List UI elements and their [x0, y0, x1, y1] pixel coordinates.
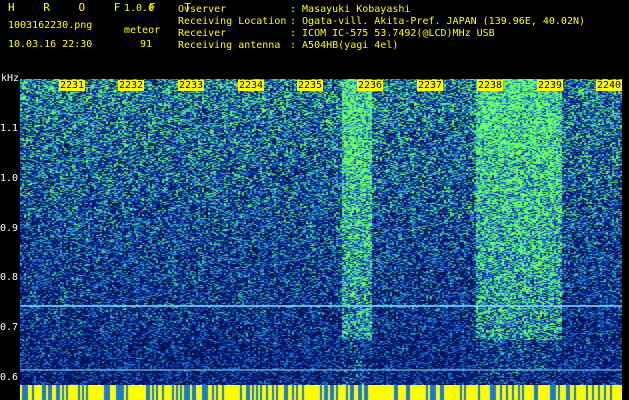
- y-tick-label: 1.1: [0, 123, 19, 134]
- capture-datetime: 10.03.16 22:30: [8, 39, 93, 50]
- y-tick-label: 1.0: [0, 173, 19, 184]
- info-value-location: : Ogata-vill. Akita-Pref. JAPAN (139.96E…: [290, 16, 586, 27]
- time-label: 2239: [537, 80, 564, 91]
- hrofft-window: H R O F F T 1.0.0 1003162230.png meteor …: [0, 0, 629, 400]
- time-label: 2231: [59, 80, 86, 91]
- time-label: 2238: [477, 80, 504, 91]
- info-value-observer: : Masayuki Kobayashi: [290, 4, 411, 15]
- app-title: H R O F F T: [8, 1, 202, 14]
- time-label: 2237: [417, 80, 444, 91]
- time-label: 2235: [297, 80, 324, 91]
- y-axis-unit: kHz: [1, 73, 20, 84]
- y-tick-label: 0.8: [0, 272, 19, 283]
- image-filename: 1003162230.png: [8, 20, 93, 31]
- y-tick-label: 0.6: [0, 372, 19, 383]
- meteor-count: 91: [140, 39, 153, 50]
- app-version: 1.0.0: [124, 3, 155, 14]
- spectrogram-overlay: [20, 305, 622, 371]
- time-label: 2234: [238, 80, 265, 91]
- y-tick-label: 0.9: [0, 223, 19, 234]
- info-key-receiver: Receiver: [178, 28, 227, 39]
- info-key-antenna: Receiving antenna: [178, 40, 281, 51]
- info-key-observer: Ovserver: [178, 4, 227, 15]
- meteor-label: meteor: [124, 25, 161, 36]
- time-label: 2233: [178, 80, 205, 91]
- info-key-location: Receiving Location: [178, 16, 287, 27]
- time-label: 2232: [118, 80, 145, 91]
- info-value-antenna: : A504HB(yagi 4el): [290, 40, 399, 51]
- time-label: 2236: [357, 80, 384, 91]
- spectrogram: [20, 79, 622, 385]
- info-value-receiver: : ICOM IC-575 53.7492(@LCD)MHz USB: [290, 28, 495, 39]
- detection-bar: [20, 385, 622, 400]
- time-label: 2240: [596, 80, 623, 91]
- y-tick-label: 0.7: [0, 322, 19, 333]
